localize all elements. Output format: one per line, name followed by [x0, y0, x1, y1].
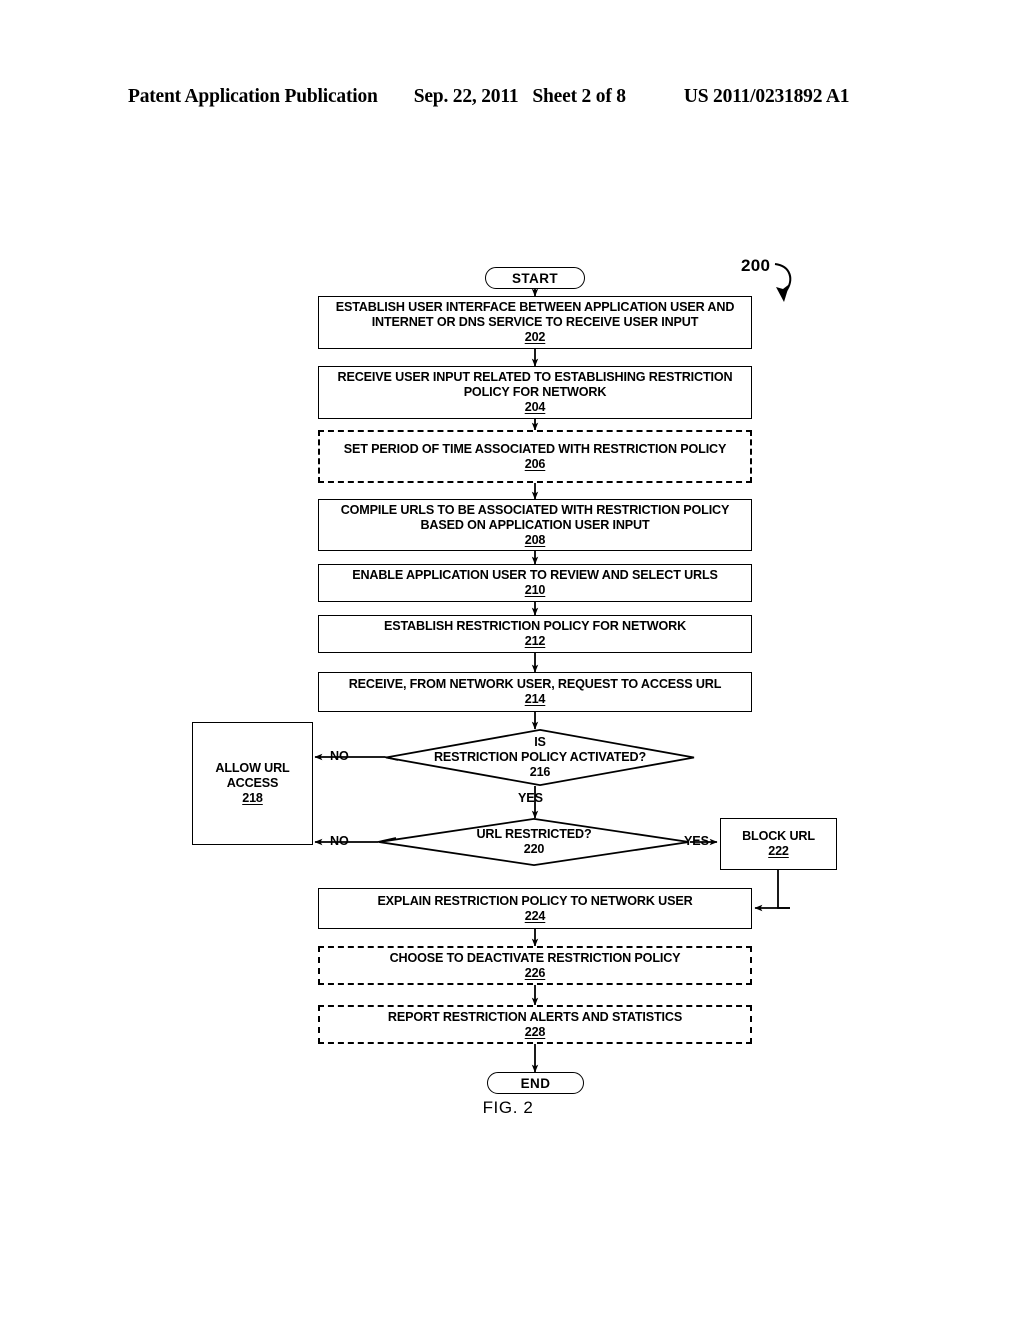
flow-step-222-ref: 222 [768, 844, 789, 858]
flow-step-224-text: EXPLAIN RESTRICTION POLICY TO NETWORK US… [377, 893, 693, 908]
figure-callout-arrowhead [776, 284, 790, 302]
flow-step-208-text: COMPILE URLS TO BE ASSOCIATED WITH RESTR… [340, 502, 730, 532]
flow-step-222: BLOCK URL 222 [720, 818, 837, 870]
flow-end-terminator: END [487, 1072, 584, 1094]
flow-step-224-ref: 224 [524, 908, 546, 923]
flow-step-208: COMPILE URLS TO BE ASSOCIATED WITH RESTR… [318, 499, 752, 551]
flow-start-label: START [512, 270, 558, 286]
flow-step-218-ref: 218 [242, 791, 263, 805]
edge-label-no-220: NO [330, 834, 349, 848]
flow-step-202-text: ESTABLISH USER INTERFACE BETWEEN APPLICA… [335, 300, 735, 329]
flow-end-label: END [520, 1075, 551, 1091]
flow-step-206: SET PERIOD OF TIME ASSOCIATED WITH RESTR… [318, 430, 752, 483]
flow-step-204: RECEIVE USER INPUT RELATED TO ESTABLISHI… [318, 366, 752, 419]
flow-step-210-text: ENABLE APPLICATION USER TO REVIEW AND SE… [352, 568, 718, 582]
edge-label-no-216: NO [330, 749, 349, 763]
flow-step-204-text: RECEIVE USER INPUT RELATED TO ESTABLISHI… [337, 370, 733, 399]
flow-step-226-ref: 226 [524, 965, 546, 980]
flow-step-202: ESTABLISH USER INTERFACE BETWEEN APPLICA… [318, 296, 752, 349]
connector-layer [314, 262, 792, 1073]
flow-decision-220: URL RESTRICTED? 220 [378, 818, 690, 866]
flow-step-206-ref: 206 [524, 456, 546, 471]
edge-label-yes-220: YES [684, 834, 709, 848]
flow-step-222-text: BLOCK URL [742, 829, 815, 843]
flow-step-202-ref: 202 [524, 330, 546, 344]
flow-step-218-line1: ALLOW URL [215, 761, 290, 775]
flow-step-210: ENABLE APPLICATION USER TO REVIEW AND SE… [318, 564, 752, 602]
decision-216-diamond [385, 729, 695, 786]
flow-step-214-ref: 214 [524, 692, 546, 706]
flow-start-terminator: START [485, 267, 585, 289]
flow-step-208-ref: 208 [524, 532, 546, 547]
flow-decision-216: IS RESTRICTION POLICY ACTIVATED? 216 [385, 729, 695, 786]
flow-step-212-text: ESTABLISH RESTRICTION POLICY FOR NETWORK [383, 619, 687, 633]
flow-step-226: CHOOSE TO DEACTIVATE RESTRICTION POLICY … [318, 946, 752, 985]
flow-step-204-ref: 204 [524, 400, 546, 414]
decision-220-diamond [378, 818, 690, 866]
flow-step-212-ref: 212 [524, 634, 546, 648]
flow-step-218-line2: ACCESS [226, 776, 279, 790]
flow-step-206-text: SET PERIOD OF TIME ASSOCIATED WITH RESTR… [343, 441, 727, 456]
flow-step-214: RECEIVE, FROM NETWORK USER, REQUEST TO A… [318, 672, 752, 712]
flow-step-228-ref: 228 [524, 1024, 546, 1039]
edge-label-yes-216: YES [518, 791, 543, 805]
flow-step-226-text: CHOOSE TO DEACTIVATE RESTRICTION POLICY [389, 950, 681, 965]
flow-step-228: REPORT RESTRICTION ALERTS AND STATISTICS… [318, 1005, 752, 1044]
flow-step-210-ref: 210 [524, 583, 546, 597]
figure-caption: FIG. 2 [482, 1098, 534, 1117]
flowchart-figure-2: 200 START ESTABLISH USER INTERFACE BETWE… [0, 0, 1024, 1320]
flow-step-214-text: RECEIVE, FROM NETWORK USER, REQUEST TO A… [348, 677, 722, 691]
flow-step-212: ESTABLISH RESTRICTION POLICY FOR NETWORK… [318, 615, 752, 653]
flow-step-228-text: REPORT RESTRICTION ALERTS AND STATISTICS [387, 1009, 683, 1024]
flow-step-218: ALLOW URL ACCESS 218 [192, 722, 313, 845]
figure-callout-number: 200 [741, 256, 771, 275]
flow-step-224: EXPLAIN RESTRICTION POLICY TO NETWORK US… [318, 888, 752, 929]
